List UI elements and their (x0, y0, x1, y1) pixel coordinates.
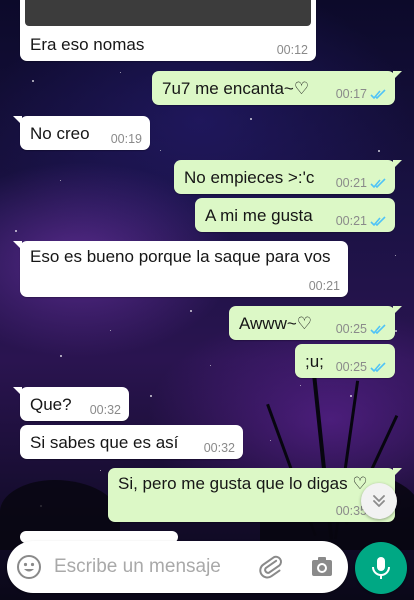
message-text: 7u7 me encanta~♡ (162, 79, 310, 98)
message-text: ;u; (305, 352, 324, 371)
message-bubble-outgoing[interactable]: ;u; 00:25 (295, 344, 395, 378)
voice-record-button[interactable] (355, 542, 407, 594)
double-check-icon (370, 215, 386, 226)
emoji-button[interactable] (15, 553, 43, 581)
message-time: 00:25 (335, 322, 367, 336)
message-time: 00:21 (335, 176, 367, 190)
paperclip-icon (259, 555, 282, 579)
message-text: Awww~♡ (239, 314, 313, 333)
attach-button[interactable] (257, 553, 285, 581)
image-thumbnail[interactable] (25, 0, 311, 26)
scroll-to-bottom-button[interactable] (361, 483, 397, 519)
message-time: 00:12 (276, 43, 308, 57)
message-bubble-outgoing[interactable]: No empieces >:'c 00:21 (174, 160, 402, 194)
message-bubble-incoming[interactable]: Era eso nomas 00:12 (20, 0, 316, 61)
message-time: 00:19 (110, 132, 142, 146)
message-bubble-outgoing[interactable]: A mi me gusta 00:21 (195, 198, 395, 232)
double-check-icon (370, 88, 386, 99)
message-text: Si sabes que es así (30, 433, 179, 452)
message-bubble-outgoing[interactable]: 7u7 me encanta~♡ 00:17 (152, 71, 402, 105)
emoji-icon (17, 555, 41, 579)
message-bubble-incoming[interactable]: Si sabes que es así 00:32 (20, 425, 243, 459)
double-check-icon (370, 177, 386, 188)
double-check-icon (370, 323, 386, 334)
message-text: Eso es bueno porque la saque para vos (30, 247, 331, 266)
message-text: A mi me gusta (205, 206, 313, 225)
message-composer (7, 541, 348, 593)
message-bubble-incoming[interactable]: No creo 00:19 (13, 116, 150, 150)
double-chevron-down-icon (373, 495, 385, 507)
camera-button[interactable] (308, 553, 336, 581)
camera-icon (312, 557, 332, 576)
message-bubble-outgoing[interactable]: Si, pero me gusta que lo digas ♡ 00:35 (108, 468, 402, 522)
message-time: 00:32 (89, 403, 121, 417)
message-input[interactable] (54, 554, 244, 580)
message-bubble-incoming[interactable]: Eso es bueno porque la saque para vos 00… (13, 241, 348, 297)
message-text: No empieces >:'c (184, 168, 315, 187)
message-bubble-outgoing[interactable]: Awww~♡ 00:25 (229, 306, 402, 340)
message-text: Que? (30, 395, 72, 414)
message-bubble-incoming[interactable]: Que? 00:32 (13, 387, 129, 421)
message-time: 00:25 (335, 360, 367, 374)
message-time: 00:32 (203, 441, 235, 455)
message-time: 00:21 (308, 279, 340, 293)
microphone-icon (372, 557, 390, 579)
message-text: Era eso nomas (30, 35, 145, 54)
message-time: 00:17 (335, 87, 367, 101)
message-text: No creo (30, 124, 90, 143)
message-text: Si, pero me gusta que lo digas ♡ (118, 474, 368, 493)
message-time: 00:21 (335, 214, 367, 228)
double-check-icon (370, 361, 386, 372)
